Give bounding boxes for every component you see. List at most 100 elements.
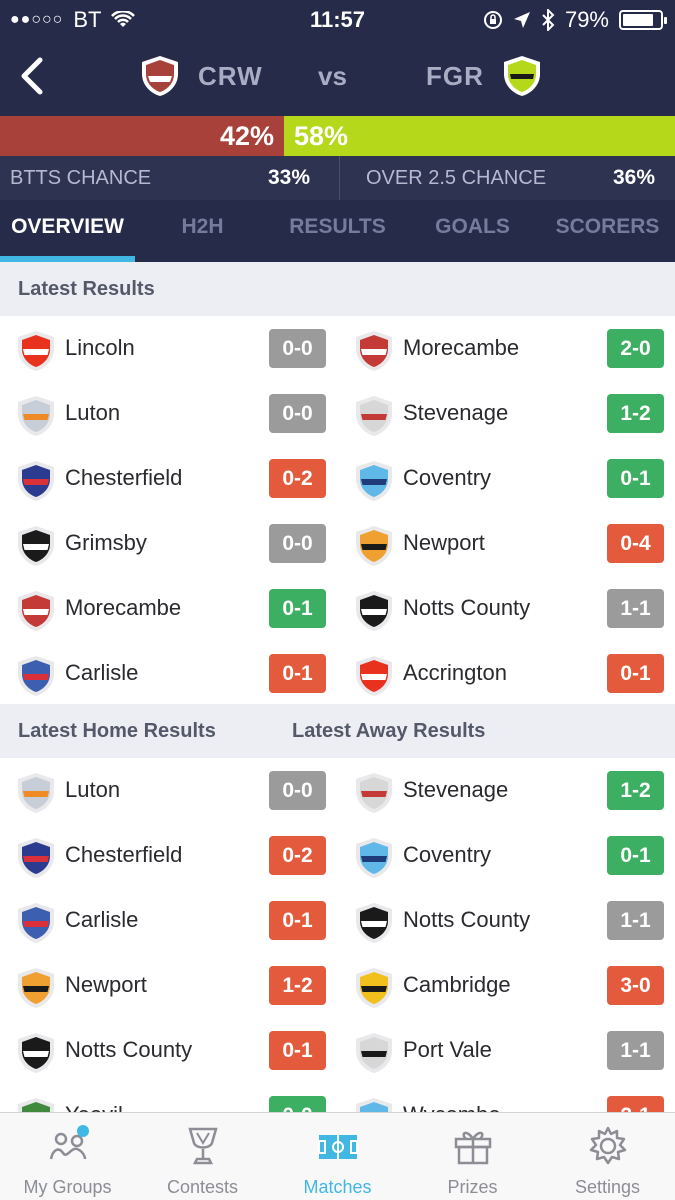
result-item[interactable]: Accrington 0-1 [338,641,675,706]
tab-overview[interactable]: OVERVIEW [0,200,135,262]
team-crest-icon [356,526,392,566]
tabbar-contests[interactable]: Contests [135,1113,270,1200]
score-badge: 2-1 [607,1096,664,1112]
team-crest-icon [356,1033,392,1073]
away-team-crest-icon [503,56,540,96]
result-item[interactable]: Chesterfield 0-2 [0,823,337,888]
result-item[interactable]: Port Vale 1-1 [338,1018,675,1083]
gear-icon [589,1126,627,1165]
team-name: Notts County [403,595,531,620]
result-row: Newport 1-2 Cambridge 3-0 [0,953,675,1018]
score-badge: 1-2 [607,394,664,433]
team-crest-icon [18,1098,54,1112]
team-crest-icon [356,1098,392,1112]
team-crest-icon [18,656,54,696]
result-item[interactable]: Morecambe 0-1 [0,576,337,641]
result-item[interactable]: Notts County 1-1 [338,888,675,953]
away-team-code: FGR [426,60,484,91]
match-bar: CRW vs FGR [0,38,675,116]
tab-goals[interactable]: GOALS [405,200,540,262]
battery-icon [619,10,667,30]
result-row: Carlisle 0-1 Accrington 0-1 [0,641,675,706]
away-team[interactable]: FGR [426,54,542,98]
chance-stats: BTTS CHANCE 33% OVER 2.5 CHANCE 36% [0,156,675,200]
team-name: Notts County [403,907,531,932]
result-row: Chesterfield 0-2 Coventry 0-1 [0,823,675,888]
team-crest-icon [18,968,54,1008]
team-name: Cambridge [403,972,511,997]
team-crest-icon [18,591,54,631]
result-item[interactable]: Notts County 0-1 [0,1018,337,1083]
home-team-code: CRW [198,60,263,91]
team-name: Wycombe [403,1102,501,1112]
result-item[interactable]: Morecambe 2-0 [338,316,675,381]
result-item[interactable]: Luton 0-0 [0,758,337,823]
tabbar-my-groups[interactable]: My Groups [0,1113,135,1200]
result-item[interactable]: Stevenage 1-2 [338,381,675,446]
result-item[interactable]: Coventry 0-1 [338,823,675,888]
result-item[interactable]: Notts County 1-1 [338,576,675,641]
result-item[interactable]: Stevenage 1-2 [338,758,675,823]
result-row: Carlisle 0-1 Notts County 1-1 [0,888,675,953]
away-win-probability: 58% [284,116,675,156]
result-item[interactable]: Lincoln 0-0 [0,316,337,381]
result-item[interactable]: Yeovil 0-0 [0,1083,337,1112]
score-badge: 0-0 [269,524,326,563]
team-name: Coventry [403,842,492,867]
team-name: Notts County [65,1037,193,1062]
tab-h2h[interactable]: H2H [135,200,270,262]
back-arrow-icon[interactable] [14,56,54,96]
tab-results[interactable]: RESULTS [270,200,405,262]
result-item[interactable]: Carlisle 0-1 [0,888,337,953]
result-item[interactable]: Coventry 0-1 [338,446,675,511]
score-badge: 2-0 [607,329,664,368]
home-results-title: Latest Home Results [18,720,216,742]
result-item[interactable]: Grimsby 0-0 [0,511,337,576]
pitch-icon [318,1135,358,1159]
team-name: Stevenage [403,400,509,425]
tabbar-matches[interactable]: Matches [270,1113,405,1200]
vs-label: vs [318,61,347,91]
score-badge: 0-2 [269,459,326,498]
score-badge: 0-0 [269,329,326,368]
chance-divider [339,156,340,200]
notification-badge [77,1125,89,1137]
team-name: Morecambe [65,595,182,620]
score-badge: 0-2 [269,836,326,875]
bluetooth-icon [542,9,555,31]
team-crest-icon [18,526,54,566]
home-team[interactable]: CRW [140,54,263,98]
away-results-title: Latest Away Results [292,720,486,742]
result-row: Grimsby 0-0 Newport 0-4 [0,511,675,576]
over-chance-value: 36% [613,166,656,189]
result-row: Luton 0-0 Stevenage 1-2 [0,758,675,823]
result-row: Luton 0-0 Stevenage 1-2 [0,381,675,446]
score-badge: 0-0 [269,394,326,433]
split-results-heading: Latest Home Results Latest Away Results [0,704,675,758]
tab-scorers[interactable]: SCORERS [540,200,675,262]
result-row: Chesterfield 0-2 Coventry 0-1 [0,446,675,511]
score-badge: 0-4 [607,524,664,563]
result-item[interactable]: Newport 0-4 [338,511,675,576]
team-name: Carlisle [65,907,139,932]
btts-chance-value: 33% [268,166,311,189]
result-item[interactable]: Wycombe 2-1 [338,1083,675,1112]
team-crest-icon [356,968,392,1008]
result-item[interactable]: Chesterfield 0-2 [0,446,337,511]
team-crest-icon [356,591,392,631]
trophy-icon [188,1127,218,1165]
tabbar-settings[interactable]: Settings [540,1113,675,1200]
bottom-tab-bar: My Groups Contests Matches Prizes Settin… [0,1112,675,1200]
result-item[interactable]: Luton 0-0 [0,381,337,446]
result-row: Notts County 0-1 Port Vale 1-1 [0,1018,675,1083]
result-item[interactable]: Cambridge 3-0 [338,953,675,1018]
section-tabs: OVERVIEW H2H RESULTS GOALS SCORERS [0,200,675,262]
team-name: Luton [65,777,121,802]
team-name: Luton [65,400,121,425]
win-probability-bar: 42% 58% [0,116,675,156]
team-name: Coventry [403,465,492,490]
result-item[interactable]: Newport 1-2 [0,953,337,1018]
result-item[interactable]: Carlisle 0-1 [0,641,337,706]
tabbar-prizes[interactable]: Prizes [405,1113,540,1200]
score-badge: 1-1 [607,589,664,628]
